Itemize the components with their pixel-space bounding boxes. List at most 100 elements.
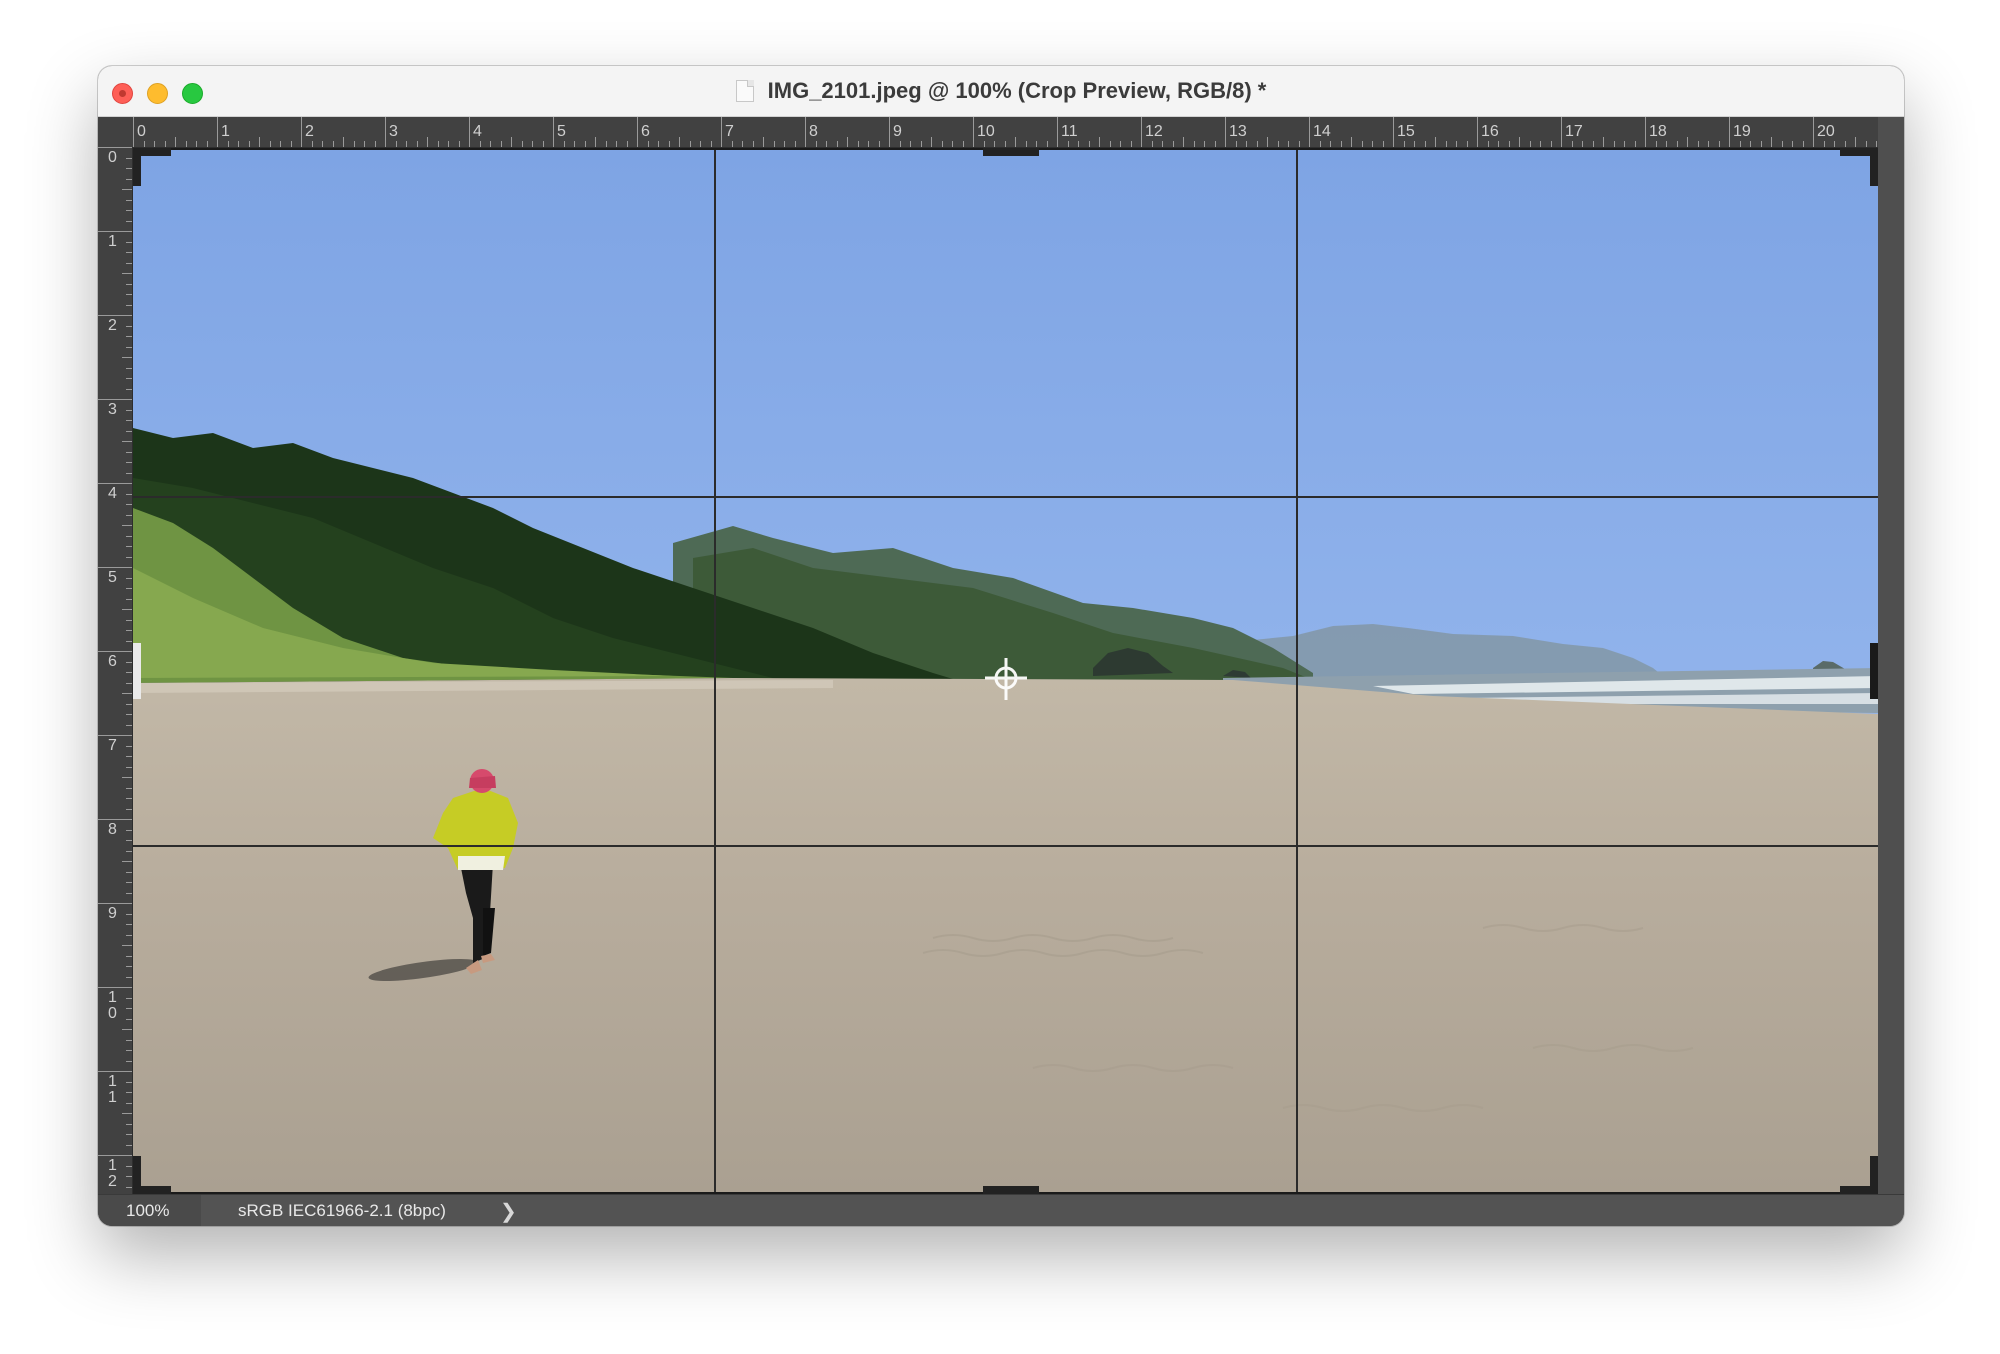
ruler-minor-tick (679, 137, 680, 147)
ruler-minor-tick (595, 137, 596, 147)
ruler-minor-tick (126, 640, 132, 642)
ruler-minor-tick (1046, 141, 1048, 147)
ruler-minor-tick (259, 137, 260, 147)
ruler-minor-tick (794, 141, 796, 147)
ruler-label: 0 (108, 149, 117, 166)
ruler-minor-tick (126, 808, 132, 810)
ruler-minor-tick (1183, 137, 1184, 147)
crop-handle-left-middle[interactable] (133, 643, 141, 699)
ruler-minor-tick (1876, 141, 1877, 147)
ruler-minor-tick (899, 141, 901, 147)
title-bar[interactable]: IMG_2101.jpeg @ 100% (Crop Preview, RGB/… (98, 66, 1904, 117)
ruler-label: 7 (108, 737, 117, 754)
ruler-minor-tick (126, 976, 132, 978)
status-menu-arrow-icon[interactable]: ❯ (500, 1199, 517, 1224)
ruler-minor-tick (122, 441, 132, 442)
zoom-level-field[interactable]: 100% (98, 1195, 201, 1226)
ruler-minor-tick (122, 357, 132, 358)
ruler-label: 6 (641, 123, 650, 140)
ruler-minor-tick (521, 141, 523, 147)
ruler-major-tick (1057, 117, 1058, 147)
ruler-minor-tick (126, 304, 132, 306)
ruler-major-tick (1309, 117, 1310, 147)
ruler-minor-tick (154, 141, 155, 147)
ruler-minor-tick (1330, 141, 1331, 147)
ruler-major-tick (1813, 117, 1814, 147)
ruler-minor-tick (962, 141, 964, 147)
ruler-minor-tick (126, 283, 132, 285)
ruler-label: 12 (1145, 123, 1163, 140)
horizontal-ruler[interactable]: 0 1 2 3 4 5 6 7 8 9 10 11 12 13 14 15 16 17 18 19 20 (98, 117, 1888, 148)
ruler-major-tick (98, 1071, 132, 1072)
ruler-label: 1 1 (108, 1073, 117, 1106)
ruler-minor-tick (784, 141, 785, 147)
ruler-minor-tick (1204, 141, 1205, 147)
ruler-minor-tick (1571, 141, 1573, 147)
ruler-minor-tick (427, 137, 428, 147)
ruler-label: 7 (725, 123, 734, 140)
ruler-minor-tick (126, 1134, 132, 1135)
crop-handle-right-middle[interactable] (1870, 643, 1878, 699)
ruler-minor-tick (878, 141, 880, 147)
crop-handle-bottom-center[interactable] (983, 1186, 1039, 1194)
ruler-minor-tick (1298, 141, 1300, 147)
ruler-major-tick (1561, 117, 1562, 147)
ruler-minor-tick (126, 199, 132, 201)
ruler-label: 2 (108, 317, 117, 334)
ruler-minor-tick (1666, 141, 1667, 147)
ruler-minor-tick (479, 141, 481, 147)
photoshop-document-window: IMG_2101.jpeg @ 100% (Crop Preview, RGB/… (98, 66, 1904, 1226)
ruler-minor-tick (185, 141, 187, 147)
ruler-minor-tick (126, 682, 132, 684)
ruler-minor-tick (1277, 141, 1279, 147)
ruler-minor-tick (1582, 141, 1583, 147)
document-info-field[interactable]: sRGB IEC61966-2.1 (8bpc) (202, 1195, 622, 1226)
ruler-minor-tick (126, 882, 132, 883)
ruler-minor-tick (238, 141, 239, 147)
ruler-minor-tick (126, 220, 132, 222)
ruler-label: 5 (108, 569, 117, 586)
ruler-minor-tick (1781, 141, 1783, 147)
ruler-minor-tick (175, 137, 176, 147)
ruler-minor-tick (1802, 141, 1804, 147)
ruler-label: 9 (108, 905, 117, 922)
ruler-minor-tick (826, 141, 827, 147)
crop-handle-top-left-v[interactable] (133, 148, 141, 186)
ruler-minor-tick (126, 1060, 132, 1062)
ruler-minor-tick (1372, 141, 1373, 147)
ruler-minor-tick (122, 861, 132, 862)
ruler-minor-tick (343, 137, 344, 147)
ruler-minor-tick (532, 141, 533, 147)
crop-handle-top-right-v[interactable] (1870, 148, 1878, 186)
ruler-minor-tick (1603, 137, 1604, 147)
ruler-minor-tick (847, 137, 848, 147)
ruler-minor-tick (1655, 141, 1657, 147)
ruler-minor-tick (563, 141, 565, 147)
ruler-minor-tick (126, 798, 132, 799)
ruler-label: 9 (893, 123, 902, 140)
ruler-label: 8 (809, 123, 818, 140)
window-title: IMG_2101.jpeg @ 100% (Crop Preview, RGB/… (767, 78, 1267, 103)
ruler-minor-tick (689, 141, 691, 147)
vertical-ruler[interactable]: 0 1 2 3 4 5 6 7 8 9 1 0 1 1 1 2 (98, 147, 133, 1219)
ruler-minor-tick (1823, 141, 1825, 147)
crop-handle-bottom-left-v[interactable] (133, 1156, 141, 1194)
ruler-minor-tick (1750, 141, 1751, 147)
canvas-area[interactable] (133, 148, 1878, 1194)
crop-handle-bottom-right-v[interactable] (1870, 1156, 1878, 1194)
ruler-minor-tick (1424, 141, 1426, 147)
ruler-minor-tick (126, 871, 132, 873)
ruler-minor-tick (616, 141, 617, 147)
grid-vertical-2 (1296, 148, 1298, 1194)
ruler-minor-tick (1771, 137, 1772, 147)
ruler-minor-tick (1088, 141, 1090, 147)
ruler-major-tick (98, 651, 132, 652)
crop-handle-top-center[interactable] (983, 148, 1039, 156)
ruler-minor-tick (196, 141, 197, 147)
ruler-major-tick (1225, 117, 1226, 147)
ruler-minor-tick (1792, 141, 1793, 147)
ruler-major-tick (98, 567, 132, 568)
ruler-label: 5 (557, 123, 566, 140)
ruler-minor-tick (1120, 141, 1121, 147)
ruler-major-tick (98, 231, 132, 232)
